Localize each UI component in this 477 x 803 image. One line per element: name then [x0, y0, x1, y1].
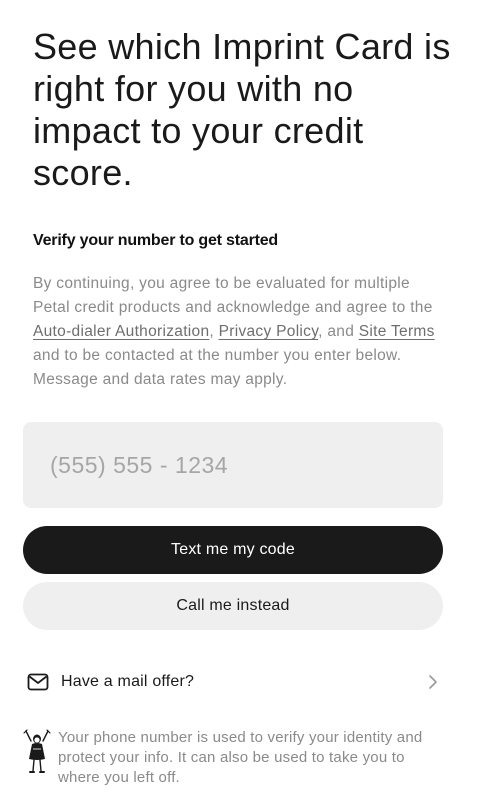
privacy-policy-link[interactable]: Privacy Policy	[219, 323, 319, 340]
disclaimer-text-intro: By continuing, you agree to be evaluated…	[33, 275, 433, 316]
mail-offer-label: Have a mail offer?	[61, 673, 195, 690]
consent-disclaimer: By continuing, you agree to be evaluated…	[33, 272, 443, 392]
text-me-code-button[interactable]: Text me my code	[23, 526, 443, 574]
phone-input-container[interactable]	[23, 422, 443, 508]
site-terms-link[interactable]: Site Terms	[359, 323, 435, 340]
chevron-right-icon	[423, 672, 443, 692]
envelope-icon	[25, 662, 51, 702]
phone-number-input[interactable]	[23, 422, 443, 508]
disclaimer-separator: , and	[318, 323, 359, 340]
privacy-note-text: Your phone number is used to verify your…	[58, 729, 423, 786]
person-illustration-icon	[22, 729, 52, 779]
disclaimer-text-outro: and to be contacted at the number you en…	[33, 347, 402, 388]
verify-subheading: Verify your number to get started	[33, 232, 279, 249]
disclaimer-separator: ,	[209, 323, 219, 340]
autodialer-authorization-link[interactable]: Auto-dialer Authorization	[33, 323, 209, 340]
call-me-instead-button[interactable]: Call me instead	[23, 582, 443, 630]
privacy-note: Your phone number is used to verify your…	[22, 728, 452, 788]
mail-offer-link[interactable]: Have a mail offer?	[23, 662, 443, 702]
page-title: See which Imprint Card is right for you …	[33, 26, 451, 193]
